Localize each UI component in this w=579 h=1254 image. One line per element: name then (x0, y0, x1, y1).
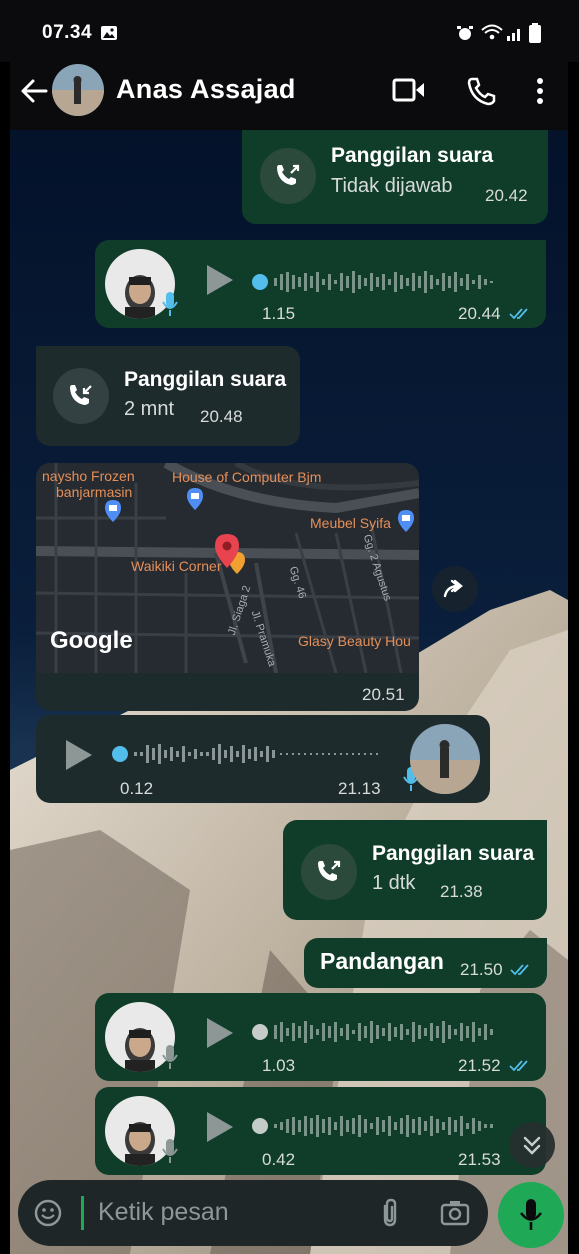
outgoing-call-icon (301, 844, 357, 900)
play-icon[interactable] (64, 738, 94, 777)
read-ticks-icon (510, 963, 534, 982)
message-input-bar: Ketik pesan (18, 1180, 488, 1246)
forward-button[interactable] (432, 566, 478, 612)
call-duration: 2 mnt (124, 398, 175, 420)
location-pin-icon (214, 533, 240, 574)
call-status: Tidak dijawab (331, 175, 453, 197)
voice-record-button[interactable] (498, 1182, 564, 1248)
call-message-incoming[interactable]: Panggilan suara 2 mnt 20.48 (36, 346, 300, 446)
call-title: Panggilan suara (331, 144, 494, 167)
camera-icon[interactable] (440, 1200, 470, 1231)
message-text: Pandangan (320, 948, 444, 974)
google-logo: Google (50, 627, 133, 654)
back-arrow-icon[interactable] (20, 78, 48, 109)
mic-badge-icon (161, 1137, 179, 1170)
play-icon[interactable] (205, 1110, 235, 1149)
message-time: 21.13 (338, 779, 381, 798)
status-bar: 07.34 (0, 0, 579, 62)
play-icon[interactable] (205, 1016, 235, 1055)
voice-message-incoming[interactable]: 0.12 21.13 (36, 715, 490, 803)
voice-call-icon[interactable] (466, 76, 496, 111)
text-message-outgoing[interactable]: Pandangan 21.50 (304, 938, 547, 988)
map-label: Waikiki Corner (131, 558, 222, 574)
alarm-icon (456, 24, 474, 47)
map-label: House of Computer Bjm (172, 469, 322, 485)
voice-duration: 0.42 (262, 1150, 296, 1169)
outgoing-call-icon (260, 148, 316, 204)
map-label: Meubel Syifa (310, 515, 391, 531)
voice-duration: 0.12 (120, 779, 154, 798)
map-label: Glasy Beauty Hou (298, 633, 411, 649)
message-time: 20.42 (485, 186, 528, 205)
message-time: 21.50 (460, 960, 503, 979)
message-time: 20.48 (200, 407, 243, 426)
video-call-icon[interactable] (392, 76, 426, 109)
read-ticks-icon (509, 1059, 533, 1078)
location-message[interactable]: naysho Frozen banjarmasin House of Compu… (36, 463, 419, 711)
call-title: Panggilan suara (124, 368, 287, 391)
mic-badge-icon (161, 1043, 179, 1076)
contact-avatar[interactable] (52, 64, 104, 116)
voice-waveform[interactable] (250, 1114, 530, 1149)
signal-icon (506, 24, 524, 47)
wifi-icon (480, 22, 504, 47)
message-time: 21.38 (440, 882, 483, 901)
call-title: Panggilan suara (372, 842, 535, 865)
voice-message-outgoing[interactable]: 1.15 20.44 (95, 240, 546, 328)
shop-pin-icon (104, 499, 122, 528)
contact-name[interactable]: Anas Assajad (116, 74, 296, 105)
sender-avatar (410, 724, 480, 794)
call-message-outgoing[interactable]: Panggilan suara Tidak dijawab 20.42 (242, 130, 548, 224)
map-label: naysho Frozen (42, 468, 135, 484)
shop-pin-icon (186, 487, 204, 516)
attachment-icon[interactable] (378, 1198, 402, 1233)
message-time: 20.44 (458, 304, 501, 323)
message-time: 20.51 (362, 685, 405, 704)
message-time: 21.52 (458, 1056, 501, 1075)
voice-waveform[interactable] (110, 742, 390, 777)
voice-message-outgoing[interactable]: 0.42 21.53 (95, 1087, 546, 1175)
voice-message-outgoing[interactable]: 1.03 21.52 (95, 993, 546, 1081)
voice-duration: 1.03 (262, 1056, 296, 1075)
voice-duration: 1.15 (262, 304, 296, 323)
shop-pin-icon (397, 509, 415, 538)
chat-header: Anas Assajad (10, 62, 568, 130)
call-message-outgoing[interactable]: Panggilan suara 1 dtk 21.38 (283, 820, 547, 920)
battery-icon (529, 23, 541, 48)
read-ticks-icon (509, 307, 533, 326)
chat-screen: 07.34 Anas Assajad Panggilan suara Tidak… (0, 0, 579, 1254)
message-input[interactable]: Ketik pesan (98, 1198, 229, 1227)
mic-badge-icon (161, 290, 179, 323)
map-label: banjarmasin (56, 484, 133, 500)
status-time: 07.34 (42, 22, 93, 43)
text-cursor (81, 1196, 84, 1230)
call-duration: 1 dtk (372, 872, 416, 894)
scroll-to-bottom-button[interactable] (509, 1122, 555, 1168)
more-options-icon[interactable] (536, 76, 544, 111)
play-icon[interactable] (205, 263, 235, 302)
gallery-notification-icon (100, 25, 118, 46)
emoji-icon[interactable] (34, 1199, 62, 1232)
message-time: 21.53 (458, 1150, 501, 1169)
incoming-call-icon (53, 368, 109, 424)
voice-waveform[interactable] (250, 1020, 530, 1055)
